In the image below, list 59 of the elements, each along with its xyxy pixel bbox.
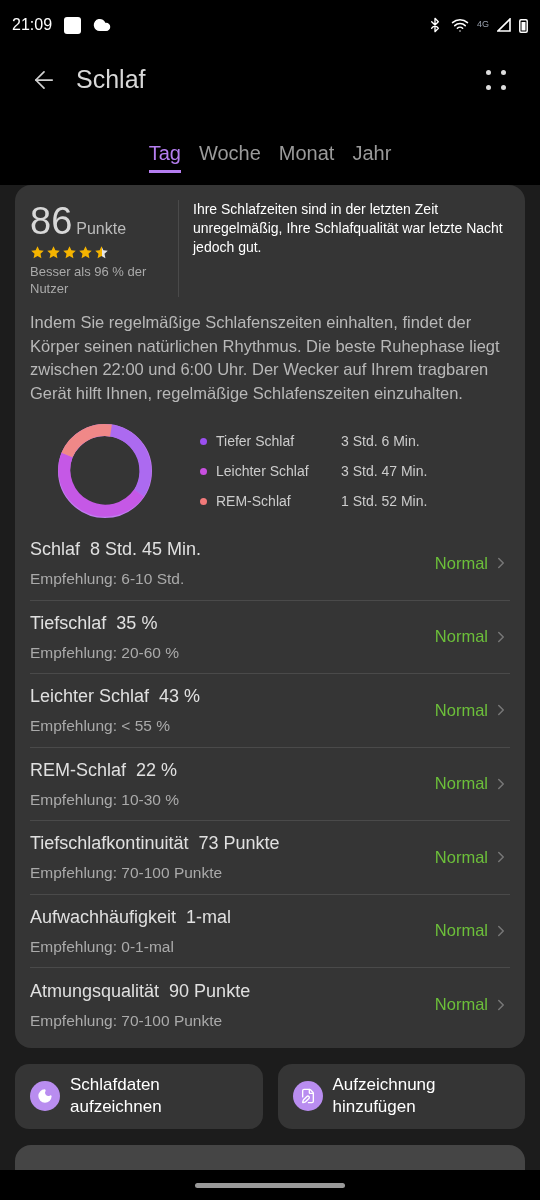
metric-row[interactable]: Atmungsqualität 90 Punkte Empfehlung: 70-100 Punkte Normal <box>30 968 510 1042</box>
metric-status: Normal <box>434 773 488 795</box>
metric-status: Normal <box>434 552 488 574</box>
score-unit: Punkte <box>76 219 127 239</box>
metric-row[interactable]: Leichter Schlaf 43 % Empfehlung: < 55 % Normal <box>30 674 510 748</box>
cloud-icon <box>93 16 112 34</box>
comparison-text: Besser als 96 % der Nutzer <box>30 263 148 297</box>
metric-title: Tiefschlafkontinuität 73 Punkte <box>30 832 280 856</box>
metric-title: Leichter Schlaf 43 % <box>30 685 201 709</box>
period-tab[interactable]: Jahr <box>352 138 392 173</box>
summary-text: Ihre Schlafzeiten sind in der letzten Zeit unregelmäßig, Ihre Schlafqualität war letzte Nacht jedoch gut. <box>191 200 504 257</box>
metric-recommendation: Empfehlung: 10-30 % <box>30 789 180 810</box>
metric-recommendation: Empfehlung: 0-1-mal <box>30 936 175 957</box>
metric-recommendation: Empfehlung: 70-100 Punkte <box>30 1010 224 1031</box>
legend-label: REM-Schlaf <box>216 491 292 511</box>
period-tab[interactable]: Monat <box>278 138 335 173</box>
metric-title: Atmungsqualität 90 Punkte <box>30 979 251 1003</box>
period-tab[interactable]: Tag <box>148 138 181 173</box>
battery-icon <box>519 17 528 33</box>
advice-text: Indem Sie regelmäßige Schlafenszeiten einhalten, findet der Körper seinen natürlichen Rhythmus. Die beste Ruhephase liegt zwischen 22:00 und 6:00 Uhr. Der Wecker auf Ihrem tragbaren Gerät hilft Ihnen, regelmäßige Schlafenszeiten einzuhalten. <box>30 312 501 404</box>
star-icon <box>94 245 109 260</box>
moon-icon <box>30 1081 60 1111</box>
metric-status: Normal <box>434 626 488 648</box>
metric-title: REM-Schlaf 22 % <box>30 758 179 782</box>
score-value: 86 <box>30 200 73 242</box>
star-icon <box>78 245 93 260</box>
legend-value: 3 Std. 47 Min. <box>341 461 428 481</box>
metric-row[interactable]: Tiefschlafkontinuität 73 Punkte Empfehlung: 70-100 Punkte Normal <box>30 821 510 895</box>
metric-row[interactable]: REM-Schlaf 22 % Empfehlung: 10-30 % Normal <box>30 747 510 821</box>
metric-title: Tiefschlaf 35 % <box>30 611 159 635</box>
page-title: Schlaf <box>76 64 146 96</box>
star-icon <box>46 245 61 260</box>
metric-row[interactable]: Tiefschlaf 35 % Empfehlung: 20-60 % Normal <box>30 600 510 674</box>
action-button[interactable]: Aufzeichnung hinzufügen <box>277 1063 525 1129</box>
metric-status: Normal <box>434 699 488 721</box>
metric-row[interactable]: Schlaf 8 Std. 45 Min. Empfehlung: 6-10 Std. Normal <box>30 527 510 601</box>
metric-status: Normal <box>434 994 488 1016</box>
network-label: 4G <box>477 18 489 32</box>
note-icon <box>292 1081 323 1111</box>
star-icon <box>30 245 45 260</box>
metric-status: Normal <box>434 920 488 942</box>
metric-title: Schlaf 8 Std. 45 Min. <box>30 538 202 562</box>
metric-title: Aufwachhäufigkeit 1-mal <box>30 905 232 929</box>
star-icon <box>62 245 77 260</box>
period-tab[interactable]: Woche <box>198 138 261 173</box>
metric-row[interactable]: Aufwachhäufigkeit 1-mal Empfehlung: 0-1-mal Normal <box>30 894 510 968</box>
legend-label: Leichter Schlaf <box>216 461 310 481</box>
action-button[interactable]: Schlafdaten aufzeichnen <box>15 1063 263 1129</box>
legend-value: 3 Std. 6 Min. <box>341 431 420 451</box>
legend-value: 1 Std. 52 Min. <box>341 491 428 511</box>
metric-status: Normal <box>434 846 488 868</box>
legend-label: Tiefer Schlaf <box>216 431 296 451</box>
signal-icon <box>497 18 511 32</box>
metric-recommendation: Empfehlung: 20-60 % <box>30 642 180 663</box>
metric-recommendation: Empfehlung: 70-100 Punkte <box>30 863 224 884</box>
metric-recommendation: Empfehlung: < 55 % <box>30 716 172 737</box>
metric-recommendation: Empfehlung: 6-10 Std. <box>30 569 186 590</box>
wifi-icon <box>451 16 469 34</box>
status-time: 21:09 <box>12 15 53 35</box>
